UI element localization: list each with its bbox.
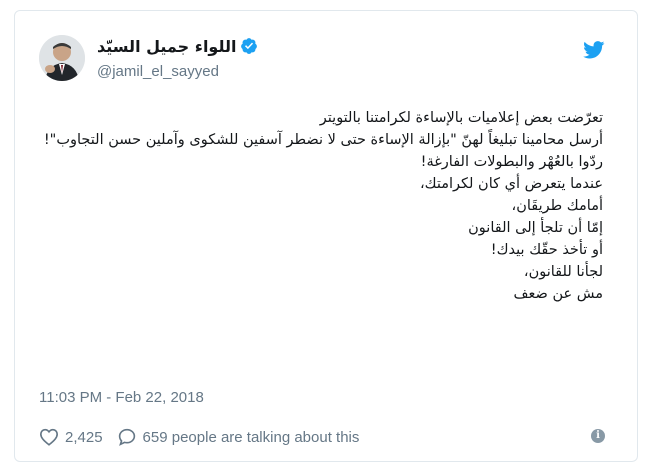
display-name-row[interactable]: اللواء جميل السيّد (97, 35, 258, 57)
like-count: 2,425 (65, 428, 103, 446)
display-name[interactable]: اللواء جميل السيّد (97, 37, 236, 56)
tweet-body: تعرّضت بعض إعلاميات بالإساءة لكرامتنا با… (43, 107, 603, 305)
tweet-header: اللواء جميل السيّد @jamil_el_sayyed (39, 33, 613, 89)
tweet-actions: 2,425 659 people are talking about this … (39, 425, 613, 449)
twitter-bird-icon[interactable] (583, 41, 605, 59)
tweet-card[interactable]: اللواء جميل السيّد @jamil_el_sayyed تعرّ… (14, 10, 638, 462)
author-handle[interactable]: @jamil_el_sayyed (97, 63, 258, 80)
author-names: اللواء جميل السيّد @jamil_el_sayyed (97, 35, 258, 80)
replies-text: 659 people are talking about this (142, 428, 360, 446)
tweet-line: تعرّضت بعض إعلاميات بالإساءة لكرامتنا با… (319, 110, 603, 126)
tweet-line: أو تأخذ حقّك بيدك! (490, 242, 603, 258)
tweet-line: ردّوا بالعُهْر والبطولات الفارغة! (420, 154, 603, 170)
tweet-line: أمامك طريقَان، (511, 198, 603, 214)
avatar[interactable] (39, 35, 85, 81)
replies-button[interactable]: 659 people are talking about this (117, 428, 360, 446)
tweet-line: أرسل محامينا تبليغاً لهنّ "بإزالة الإساء… (43, 132, 603, 148)
tweet-line: عندما يتعرض أي كان لكرامتك، (419, 176, 603, 192)
tweet-line: إمّا أن تلجأ إلى القانون (468, 220, 603, 236)
tweet-line: لجأنا للقانون، (523, 264, 603, 280)
heart-icon (39, 428, 59, 446)
speech-bubble-icon (118, 428, 135, 446)
info-icon[interactable]: i (591, 429, 605, 443)
tweet-timestamp[interactable]: 11:03 PM - Feb 22, 2018 (39, 389, 204, 406)
verified-badge-icon (241, 38, 258, 54)
tweet-line: مش عن ضعف (513, 286, 603, 302)
like-button[interactable]: 2,425 (39, 428, 103, 446)
